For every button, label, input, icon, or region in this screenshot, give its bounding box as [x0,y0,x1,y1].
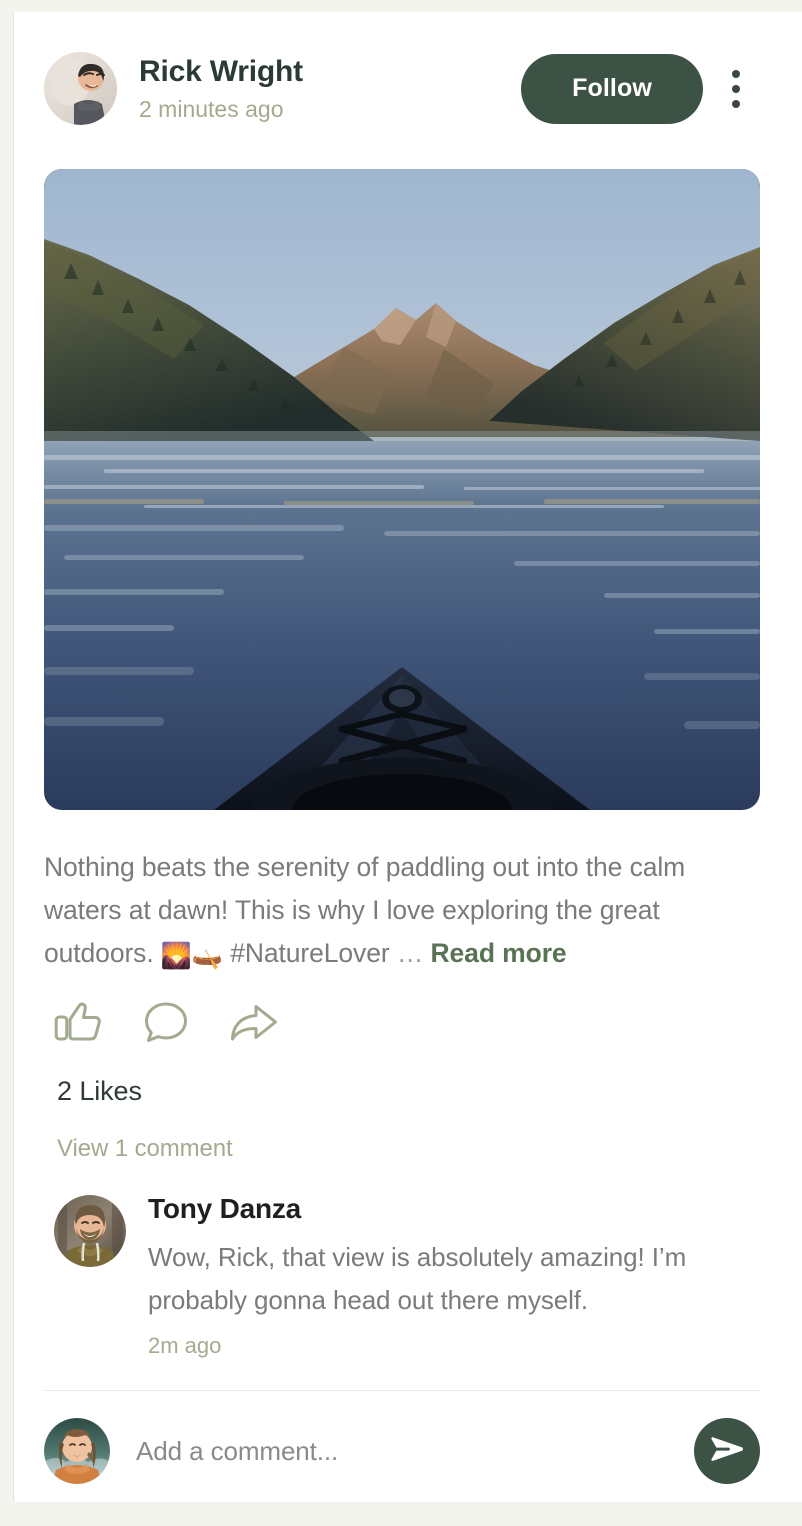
avatar-commenter[interactable] [54,1195,126,1267]
view-comments-wrapper: View 1 comment [14,1107,802,1163]
post-author-block: Rick Wright 2 minutes ago [139,55,521,122]
likes-count: 2 Likes [57,1076,142,1106]
post-card: Rick Wright 2 minutes ago Follow Nothing… [13,12,802,1502]
comment-input[interactable] [136,1435,694,1467]
comment-text: Wow, Rick, that view is absolutely amazi… [148,1242,687,1316]
more-options-icon[interactable] [713,54,759,124]
caption-hashtag[interactable]: #NatureLover [230,938,389,968]
like-button[interactable] [52,998,104,1048]
post-header: Rick Wright 2 minutes ago Follow [14,12,802,134]
comment-timestamp: 2m ago [148,1333,222,1359]
avatar-current-user[interactable] [44,1418,110,1485]
share-arrow-icon [229,1001,279,1045]
more-dot [732,84,740,93]
send-paper-plane-icon [710,1435,744,1468]
canoe-emoji: 🛶 [191,942,223,970]
comment-author-name: Tony Danza [148,1193,302,1224]
post-timestamp: 2 minutes ago [139,95,284,122]
post-actions [52,998,802,1048]
more-dot [732,69,740,78]
app-root: Rick Wright 2 minutes ago Follow Nothing… [0,0,802,1526]
comment-composer [44,1418,760,1485]
avatar-author[interactable] [44,52,117,125]
sunrise-over-mountains-emoji: 🌄 [160,942,192,970]
comment-item: Tony Danza Wow, Rick, that view is absol… [54,1193,759,1358]
follow-button[interactable]: Follow [521,53,703,124]
post-caption: Nothing beats the serenity of paddling o… [44,846,768,978]
send-comment-button[interactable] [694,1418,760,1485]
comment-bubble-icon [143,1000,189,1046]
post-image[interactable] [44,169,760,810]
caption-ellipsis: … [396,938,424,968]
share-button[interactable] [228,998,280,1048]
comment-body: Tony Danza Wow, Rick, that view is absol… [148,1193,759,1358]
more-dot [732,99,740,108]
comment-button[interactable] [140,998,192,1048]
post-author-name: Rick Wright [139,54,303,88]
thumbs-up-icon [54,1000,102,1046]
read-more-link[interactable]: Read more [431,938,567,968]
composer-divider [44,1390,760,1392]
view-comments-link[interactable]: View 1 comment [57,1135,233,1163]
